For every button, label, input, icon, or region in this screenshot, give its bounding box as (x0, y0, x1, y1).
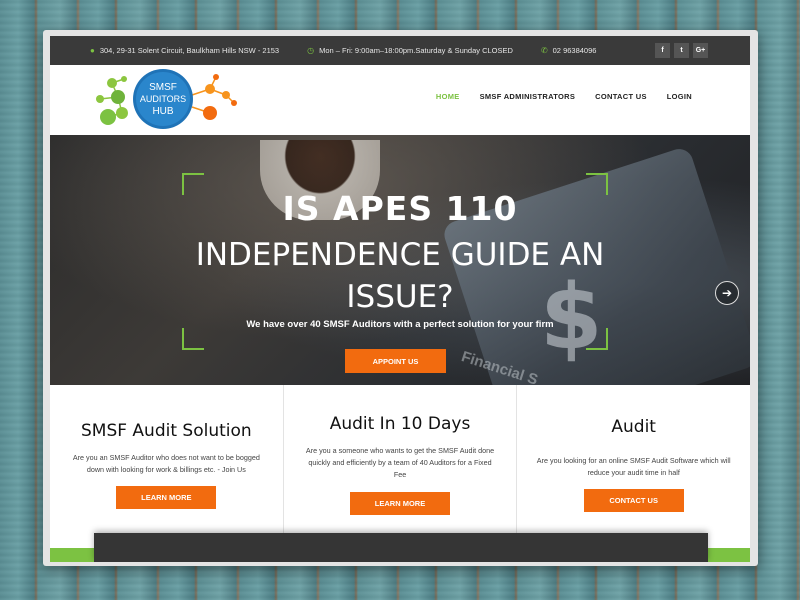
nav-smsf-administrators[interactable]: SMSF ADMINISTRATORS (480, 92, 576, 101)
logo-text-hub: HUB (152, 106, 173, 117)
feature-title: Audit In 10 Days (329, 414, 471, 434)
map-pin-icon: ● (90, 46, 95, 55)
social-links: f t G+ (655, 43, 708, 58)
feature-title: SMSF Audit Solution (80, 421, 252, 441)
address-info: ● 304, 29-31 Solent Circuit, Baulkham Hi… (90, 46, 279, 55)
main-nav: HOME SMSF ADMINISTRATORS CONTACT US LOGI… (436, 92, 692, 101)
hours-text: Mon – Fri: 9:00am–18:00pm.Saturday & Sun… (319, 46, 513, 55)
hero-title-line2: INDEPENDENCE GUIDE AN ISSUE? (50, 234, 750, 318)
smsf-auditors-hub-logo[interactable]: SMSF AUDITORS HUB (88, 67, 248, 131)
feature-audit: Audit Are you looking for an online SMSF… (517, 385, 750, 548)
feature-title: Audit (611, 417, 656, 437)
frame-corner-bottom-left (182, 328, 204, 350)
nav-contact-us[interactable]: CONTACT US (595, 92, 647, 101)
hero-title-line1: IS APES 110 (282, 189, 518, 228)
feature-audit-in-10-days: Audit In 10 Days Are you a someone who w… (284, 385, 518, 548)
feature-text: Are you a someone who wants to get the S… (305, 446, 495, 479)
phone-text[interactable]: 02 96384096 (553, 46, 597, 55)
hours-info: ◷ Mon – Fri: 9:00am–18:00pm.Saturday & S… (307, 46, 513, 55)
feature-text: Are you looking for an online SMSF Audit… (536, 456, 731, 477)
logo-text-smsf: SMSF (149, 82, 177, 93)
phone-info[interactable]: ✆ 02 96384096 (541, 46, 597, 55)
feature-text: Are you an SMSF Auditor who does not wan… (72, 453, 260, 474)
frame-corner-bottom-right (586, 328, 608, 350)
facebook-icon[interactable]: f (655, 43, 670, 58)
twitter-icon[interactable]: t (674, 43, 689, 58)
website: ● 304, 29-31 Solent Circuit, Baulkham Hi… (50, 36, 750, 562)
phone-icon: ✆ (540, 46, 548, 55)
nav-login[interactable]: LOGIN (667, 92, 692, 101)
learn-more-button[interactable]: LEARN MORE (116, 486, 217, 509)
address-text: 304, 29-31 Solent Circuit, Baulkham Hill… (99, 46, 280, 55)
top-bar: ● 304, 29-31 Solent Circuit, Baulkham Hi… (50, 36, 750, 65)
hero-title-line2-text: INDEPENDENCE GUIDE AN (195, 237, 605, 273)
feature-smsf-audit-solution: SMSF Audit Solution Are you an SMSF Audi… (50, 385, 284, 548)
learn-more-button[interactable]: LEARN MORE (350, 492, 450, 515)
contact-us-button[interactable]: CONTACT US (583, 489, 684, 512)
site-header: SMSF AUDITORS HUB HOME SMSF ADMINISTRATO… (50, 65, 750, 135)
logo-text-auditors: AUDITORS (140, 94, 186, 104)
hero-title-line3-text: ISSUE? (346, 279, 454, 315)
footer-dark-panel (94, 533, 708, 562)
hero-slider: $ Financial S IS APES 110 INDEPENDENCE G… (50, 135, 750, 385)
hero-subtitle: We have over 40 SMSF Auditors with a per… (246, 319, 554, 330)
slider-next-arrow-icon[interactable]: ➔ (715, 281, 739, 305)
nav-home[interactable]: HOME (436, 92, 460, 101)
clock-icon: ◷ (307, 46, 315, 55)
appoint-us-button[interactable]: APPOINT US (345, 349, 446, 373)
features-section: SMSF Audit Solution Are you an SMSF Audi… (50, 385, 750, 548)
google-plus-icon[interactable]: G+ (693, 43, 708, 58)
